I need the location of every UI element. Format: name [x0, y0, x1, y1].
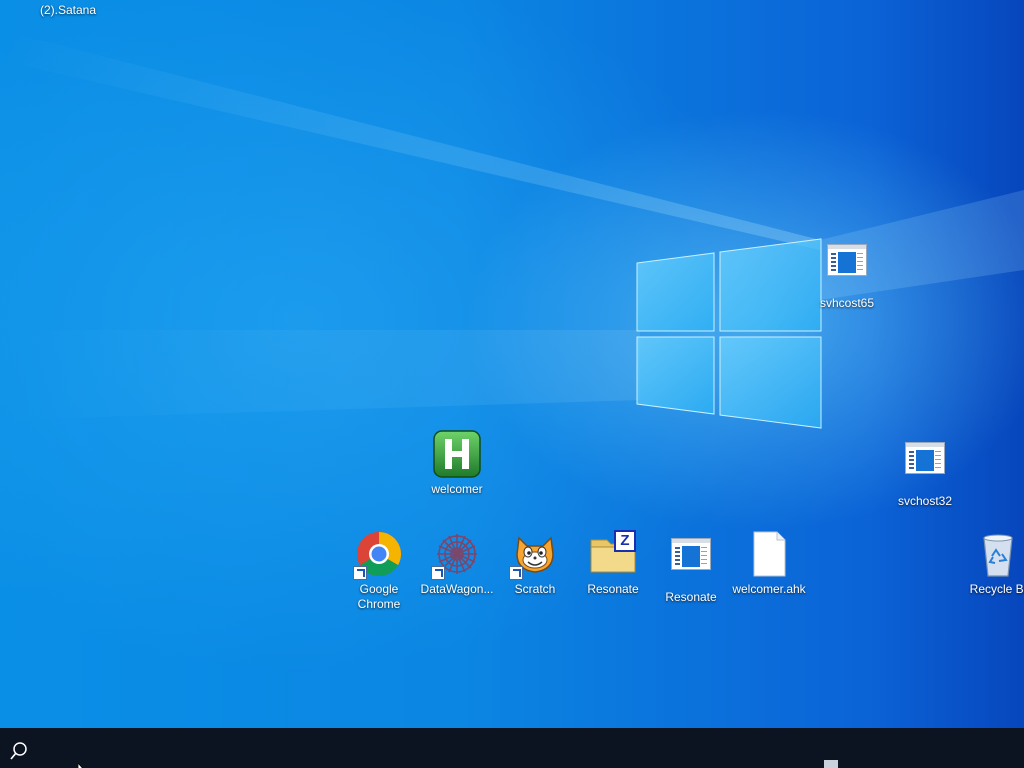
- desktop-icon-welcomer-ahk[interactable]: welcomer.ahk: [729, 530, 809, 597]
- shortcut-arrow-icon: [509, 566, 523, 580]
- zip-badge: Z: [620, 532, 630, 549]
- desktop-icon-svhcost65[interactable]: svhcost65: [807, 236, 887, 311]
- desktop-icon-recycle-bin[interactable]: Recycle Bi: [958, 530, 1024, 597]
- desktop-icon-label: Scratch: [514, 582, 556, 596]
- executable-window-icon: [667, 538, 715, 586]
- datawagon-icon: [431, 530, 481, 580]
- desktop-icon-label-line1: Google: [359, 582, 399, 596]
- desktop-icon-label: svhcost65: [819, 296, 875, 310]
- text-file-icon: [745, 530, 793, 578]
- tray-icon[interactable]: [824, 760, 838, 768]
- mouse-cursor: [77, 759, 88, 768]
- shortcut-arrow-icon: [353, 566, 367, 580]
- desktop-icon-welcomer[interactable]: welcomer: [417, 430, 497, 497]
- desktop-icon-label: Resonate: [665, 590, 717, 604]
- chrome-icon: [353, 530, 403, 580]
- windows-logo-wallpaper: [636, 238, 822, 429]
- desktop-icon-label: welcomer.ahk: [732, 582, 806, 596]
- desktop-partial-label[interactable]: (2).Satana: [40, 3, 96, 17]
- desktop-icon-svchost32[interactable]: svchost32: [885, 434, 965, 509]
- executable-window-icon: [901, 442, 949, 490]
- desktop-icon-scratch[interactable]: Scratch: [495, 530, 575, 597]
- taskbar: [0, 728, 1024, 768]
- executable-window-icon: [823, 244, 871, 292]
- desktop-icon-label: Recycle Bi: [969, 582, 1024, 596]
- desktop-icon-resonate-folder[interactable]: Z Resonate: [573, 530, 653, 597]
- desktop-icon-label: DataWagon...: [420, 582, 494, 596]
- scratch-cat-icon: [509, 530, 559, 580]
- shortcut-arrow-icon: [431, 566, 445, 580]
- desktop-background[interactable]: (2).Satana svhcost65 svchost32 welcomer …: [0, 0, 1024, 728]
- desktop-icon-label-line2: Chrome: [357, 597, 401, 611]
- search-icon[interactable]: [8, 740, 30, 762]
- recycle-bin-icon: [974, 530, 1022, 578]
- desktop-icon-resonate-exe[interactable]: Resonate: [651, 530, 731, 605]
- desktop-icon-label: welcomer: [431, 482, 483, 496]
- wallpaper-light-beams: [0, 30, 1024, 420]
- desktop-icon-google-chrome[interactable]: Google Chrome: [339, 530, 419, 612]
- desktop-icon-label: svchost32: [897, 494, 953, 508]
- desktop-icon-label: Resonate: [587, 582, 639, 596]
- zip-folder-icon: Z: [589, 530, 637, 578]
- desktop-icon-datawagon[interactable]: DataWagon...: [417, 530, 497, 597]
- autohotkey-h-icon: [433, 430, 481, 478]
